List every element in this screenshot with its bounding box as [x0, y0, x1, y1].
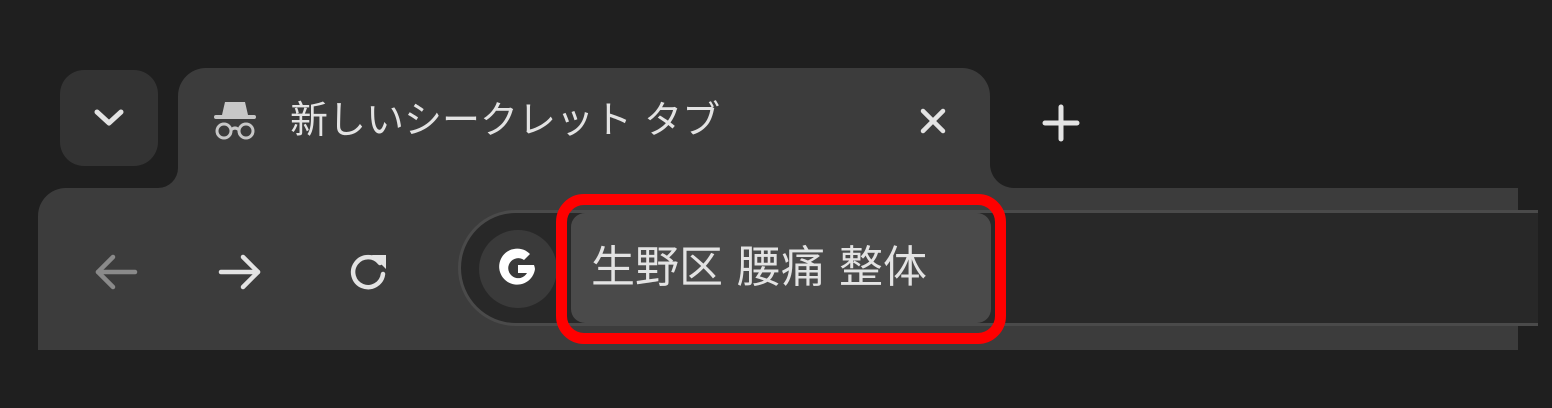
new-tab-button[interactable]: [1034, 96, 1088, 150]
chevron-down-icon: [94, 109, 124, 126]
arrow-left-icon: [95, 254, 138, 290]
back-button[interactable]: [88, 244, 144, 300]
browser-window: 新しいシークレット タブ 生野区 腰痛 整体: [0, 0, 1552, 408]
tab-curve-left: [138, 168, 178, 188]
arrow-right-icon: [218, 254, 261, 290]
reload-icon: [350, 254, 386, 290]
forward-button[interactable]: [212, 244, 268, 300]
tab-curve-right: [990, 164, 1030, 188]
toolbar: 生野区 腰痛 整体: [38, 188, 1538, 350]
incognito-icon: [214, 102, 256, 140]
close-icon: [920, 108, 946, 134]
omnibox[interactable]: 生野区 腰痛 整体: [458, 210, 1538, 326]
query-text: 生野区 腰痛 整体: [591, 242, 927, 293]
google-g-icon: [499, 248, 535, 285]
active-tab[interactable]: 新しいシークレット タブ: [178, 68, 990, 208]
search-engine-badge[interactable]: [479, 230, 557, 308]
tab-close-button[interactable]: [912, 100, 954, 142]
reload-button[interactable]: [340, 244, 396, 300]
tab-title: 新しいシークレット タブ: [290, 98, 721, 142]
plus-icon: [1042, 104, 1080, 142]
omnibox-query-text[interactable]: 生野区 腰痛 整体: [571, 213, 991, 323]
tab-search-button[interactable]: [60, 70, 158, 166]
